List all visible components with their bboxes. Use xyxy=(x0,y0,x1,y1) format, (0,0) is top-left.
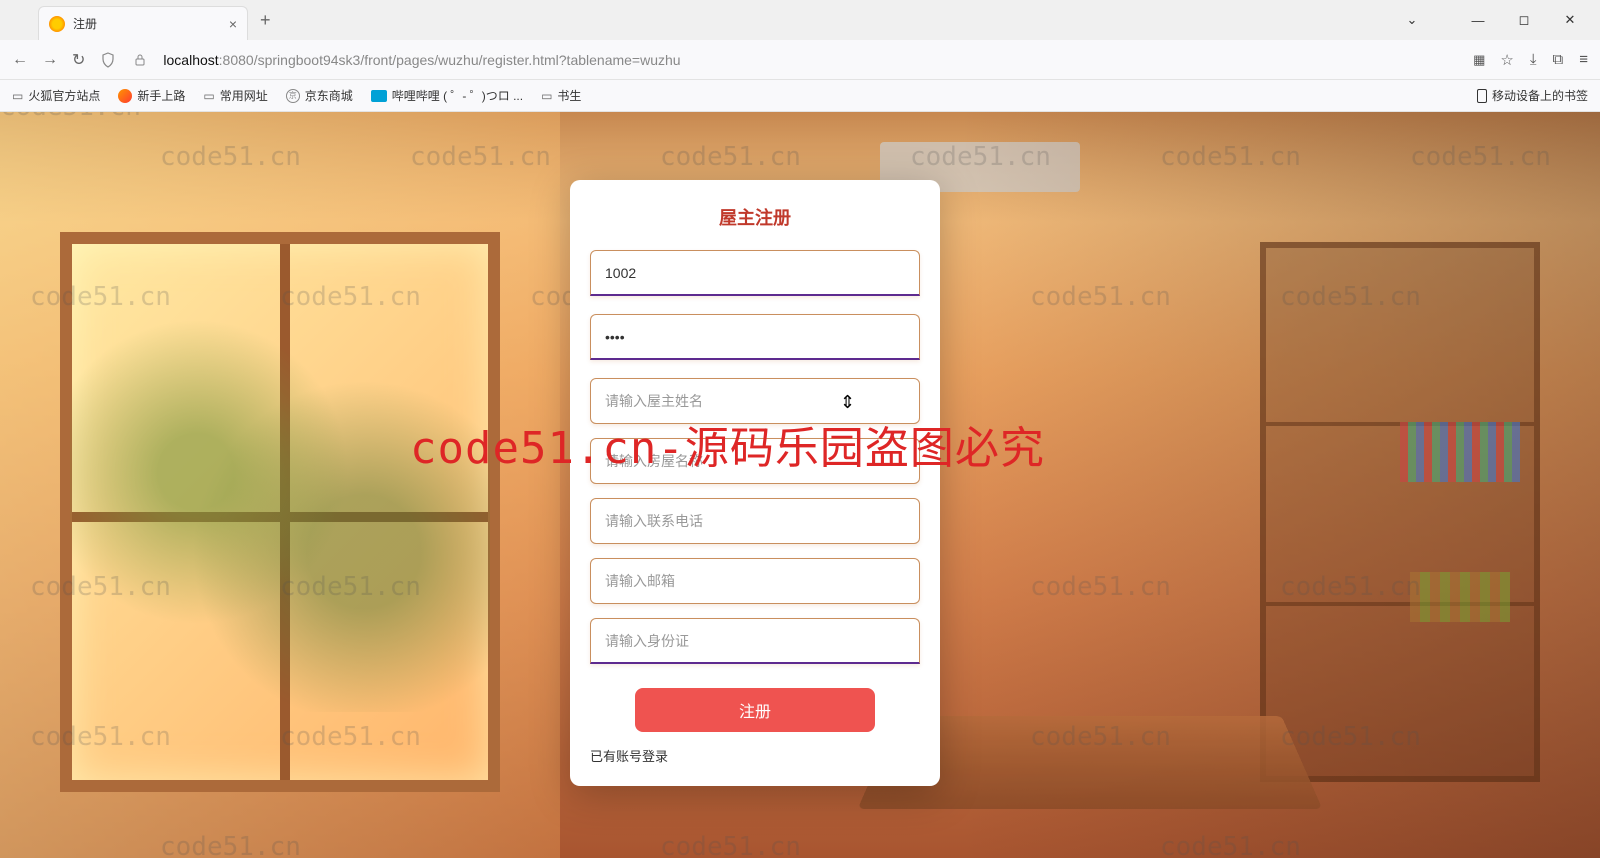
tab-favicon-icon xyxy=(49,16,65,32)
house-name-input[interactable] xyxy=(590,438,920,484)
menu-icon[interactable]: ≡ xyxy=(1579,51,1588,68)
url-host: localhost xyxy=(163,52,218,68)
url-path: :8080/springboot94sk3/front/pages/wuzhu/… xyxy=(219,52,681,68)
bookmark-firefox-official[interactable]: ▭火狐官方站点 xyxy=(12,87,100,104)
browser-tab[interactable]: 注册 × xyxy=(38,6,248,40)
lock-icon[interactable] xyxy=(131,51,149,69)
bookmark-common-sites[interactable]: ▭常用网址 xyxy=(203,87,267,104)
downloads-icon[interactable]: ⤓ xyxy=(1530,51,1537,68)
shield-icon[interactable] xyxy=(99,51,117,69)
close-icon[interactable]: × xyxy=(229,16,237,32)
forward-button[interactable]: → xyxy=(42,51,58,69)
bookmark-jd[interactable]: 京京东商城 xyxy=(286,87,353,104)
email-input[interactable] xyxy=(590,558,920,604)
bookmark-star-icon[interactable]: ☆ xyxy=(1500,51,1513,69)
qr-icon[interactable]: ▦ xyxy=(1473,52,1484,68)
card-title: 屋主注册 xyxy=(590,204,920,230)
back-button[interactable]: ← xyxy=(12,51,28,69)
owner-name-input[interactable] xyxy=(590,378,920,424)
maximize-button[interactable]: ◻ xyxy=(1504,12,1544,28)
new-tab-button[interactable]: + xyxy=(260,10,271,31)
register-card: 屋主注册 注册 已有账号登录 xyxy=(570,180,940,786)
bookmark-getting-started[interactable]: 新手上路 xyxy=(118,87,185,104)
login-link[interactable]: 已有账号登录 xyxy=(590,746,668,765)
page-viewport: code51.cn code51.cn code51.cn code51.cn … xyxy=(0,112,1600,858)
idcard-input[interactable] xyxy=(590,618,920,664)
window-close-button[interactable]: ✕ xyxy=(1550,12,1590,28)
register-button[interactable]: 注册 xyxy=(635,688,875,732)
window-titlebar: 注册 × + ⌄ — ◻ ✕ xyxy=(0,0,1600,40)
watermark: code51.cn xyxy=(660,832,801,858)
minimize-button[interactable]: — xyxy=(1458,13,1498,28)
reload-button[interactable]: ↻ xyxy=(72,50,85,70)
url-field[interactable]: localhost:8080/springboot94sk3/front/pag… xyxy=(163,52,1459,68)
address-bar: ← → ↻ localhost:8080/springboot94sk3/fro… xyxy=(0,40,1600,80)
password-input[interactable] xyxy=(590,314,920,360)
bookmark-shusheng[interactable]: ▭书生 xyxy=(541,87,581,104)
bookmarks-bar: ▭火狐官方站点 新手上路 ▭常用网址 京京东商城 哔哩哔哩 ( ゜- ゜)つロ … xyxy=(0,80,1600,112)
phone-input[interactable] xyxy=(590,498,920,544)
mobile-icon xyxy=(1477,89,1487,103)
tab-title: 注册 xyxy=(73,15,229,32)
extensions-icon[interactable]: ⧉ xyxy=(1553,51,1564,68)
tab-dropdown-icon[interactable]: ⌄ xyxy=(1392,12,1432,28)
bookmark-bilibili[interactable]: 哔哩哔哩 ( ゜- ゜)つロ ... xyxy=(371,87,523,104)
bookmark-mobile[interactable]: 移动设备上的书签 xyxy=(1477,87,1588,104)
account-input[interactable] xyxy=(590,250,920,296)
